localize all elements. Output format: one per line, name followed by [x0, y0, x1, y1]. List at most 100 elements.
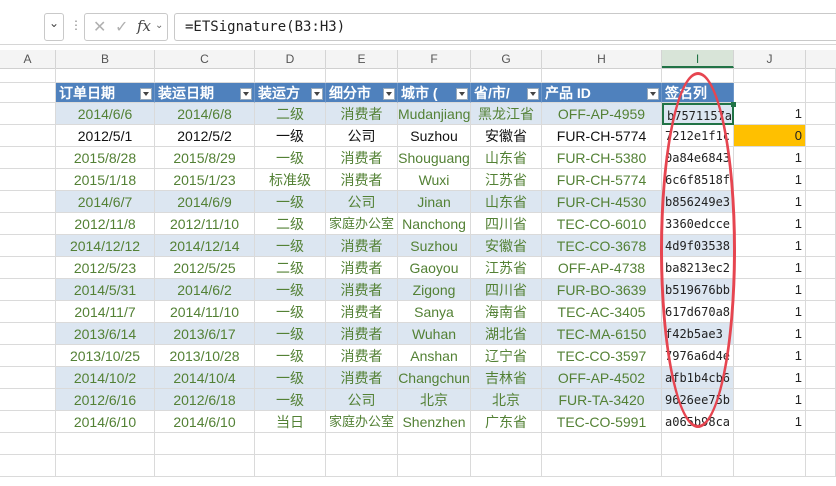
cell-signature[interactable]: afb1b4cb6 [662, 367, 734, 389]
cell[interactable] [806, 411, 836, 433]
cell-product-id[interactable]: TEC-CO-3678 [542, 235, 662, 257]
cell[interactable] [806, 235, 836, 257]
cell[interactable] [734, 68, 806, 83]
cell-province[interactable]: 海南省 [471, 301, 542, 323]
cell-province[interactable]: 江苏省 [471, 257, 542, 279]
cell-signature[interactable]: 617d670a8 [662, 301, 734, 323]
cell-order-date[interactable]: 2012/11/8 [56, 213, 155, 235]
cell-ship-mode[interactable]: 当日 [255, 411, 326, 433]
cell-city[interactable]: Sanya [398, 301, 471, 323]
cell-city[interactable]: Suzhou [398, 125, 471, 147]
cell-ship-mode[interactable]: 标准级 [255, 169, 326, 191]
cell-ship-date[interactable]: 2012/11/10 [155, 213, 255, 235]
cell[interactable] [155, 68, 255, 83]
cell-segment[interactable]: 消费者 [326, 345, 398, 367]
cell-order-date[interactable]: 2014/5/31 [56, 279, 155, 301]
cell-check[interactable]: 1 [734, 169, 806, 191]
cell-province[interactable]: 四川省 [471, 279, 542, 301]
cell[interactable] [806, 367, 836, 389]
cell[interactable] [806, 323, 836, 345]
cell-segment[interactable]: 消费者 [326, 169, 398, 191]
cell-city[interactable]: Suzhou [398, 235, 471, 257]
cell[interactable] [662, 433, 734, 455]
cell-check[interactable]: 1 [734, 213, 806, 235]
cell[interactable] [0, 68, 56, 83]
column-header-e[interactable]: E [326, 50, 398, 68]
cell-ship-mode[interactable]: 二级 [255, 213, 326, 235]
cell-city[interactable]: Shouguang [398, 147, 471, 169]
cell[interactable] [326, 68, 398, 83]
cell-segment[interactable]: 消费者 [326, 301, 398, 323]
filter-dropdown-icon[interactable] [383, 88, 395, 100]
cell-order-date[interactable]: 2012/5/23 [56, 257, 155, 279]
cell[interactable] [0, 279, 56, 301]
column-header-j[interactable]: J [734, 50, 806, 68]
cell-signature[interactable]: b856249e3 [662, 191, 734, 213]
cell-order-date[interactable]: 2014/10/2 [56, 367, 155, 389]
cell-segment[interactable]: 消费者 [326, 257, 398, 279]
cell-province[interactable]: 江苏省 [471, 169, 542, 191]
cell-check[interactable]: 1 [734, 345, 806, 367]
cell-city[interactable]: Jinan [398, 191, 471, 213]
cell[interactable] [0, 389, 56, 411]
cell[interactable] [806, 169, 836, 191]
cell-province[interactable]: 广东省 [471, 411, 542, 433]
cell-province[interactable]: 安徽省 [471, 125, 542, 147]
cell-province[interactable]: 山东省 [471, 191, 542, 213]
cell[interactable] [0, 147, 56, 169]
cell-product-id[interactable]: TEC-MA-6150 [542, 323, 662, 345]
cell-signature[interactable]: b7571157a [662, 103, 734, 125]
cell[interactable] [806, 191, 836, 213]
cell-order-date[interactable]: 2012/5/1 [56, 125, 155, 147]
cell-product-id[interactable]: TEC-CO-6010 [542, 213, 662, 235]
cell-ship-mode[interactable]: 一级 [255, 367, 326, 389]
cell[interactable] [398, 433, 471, 455]
header-product-id[interactable]: 产品 ID [542, 83, 662, 103]
cell-ship-mode[interactable]: 二级 [255, 257, 326, 279]
cell[interactable] [806, 433, 836, 455]
cell-city[interactable]: Shenzhen [398, 411, 471, 433]
cell[interactable] [0, 323, 56, 345]
cell[interactable] [56, 68, 155, 83]
cell[interactable] [806, 345, 836, 367]
cell-check[interactable]: 1 [734, 323, 806, 345]
cell-product-id[interactable]: OFF-AP-4959 [542, 103, 662, 125]
cell-product-id[interactable]: OFF-AP-4502 [542, 367, 662, 389]
cell[interactable] [471, 433, 542, 455]
cell-ship-mode[interactable]: 一级 [255, 323, 326, 345]
cell[interactable] [542, 433, 662, 455]
filter-dropdown-icon[interactable] [456, 88, 468, 100]
cell-city[interactable]: Wuhan [398, 323, 471, 345]
cell-order-date[interactable]: 2014/6/7 [56, 191, 155, 213]
column-header-b[interactable]: B [56, 50, 155, 68]
cell[interactable] [806, 301, 836, 323]
cell-check[interactable]: 1 [734, 279, 806, 301]
cell[interactable] [326, 455, 398, 477]
cell-check[interactable]: 1 [734, 191, 806, 213]
cell-signature[interactable]: 7212e1f1c [662, 125, 734, 147]
cell[interactable] [326, 433, 398, 455]
cell-check[interactable]: 1 [734, 235, 806, 257]
chevron-down-icon[interactable]: ⌄ [49, 16, 59, 30]
cell[interactable] [471, 455, 542, 477]
column-header-d[interactable]: D [255, 50, 326, 68]
cell-ship-date[interactable]: 2012/5/2 [155, 125, 255, 147]
cell-order-date[interactable]: 2015/1/18 [56, 169, 155, 191]
cell-ship-date[interactable]: 2014/10/4 [155, 367, 255, 389]
cell-city[interactable]: Zigong [398, 279, 471, 301]
cell[interactable] [806, 455, 836, 477]
cell-order-date[interactable]: 2013/10/25 [56, 345, 155, 367]
cell-segment[interactable]: 消费者 [326, 367, 398, 389]
column-header-g[interactable]: G [471, 50, 542, 68]
cell-ship-mode[interactable]: 一级 [255, 389, 326, 411]
cell-product-id[interactable]: FUR-TA-3420 [542, 389, 662, 411]
cell-check[interactable]: 1 [734, 103, 806, 125]
cell-province[interactable]: 安徽省 [471, 235, 542, 257]
cell[interactable] [0, 213, 56, 235]
column-header-f[interactable]: F [398, 50, 471, 68]
filter-dropdown-icon[interactable] [527, 88, 539, 100]
cell-segment[interactable]: 家庭办公室 [326, 213, 398, 235]
cell-product-id[interactable]: FUR-CH-5774 [542, 169, 662, 191]
cell[interactable] [155, 433, 255, 455]
cell[interactable] [56, 455, 155, 477]
